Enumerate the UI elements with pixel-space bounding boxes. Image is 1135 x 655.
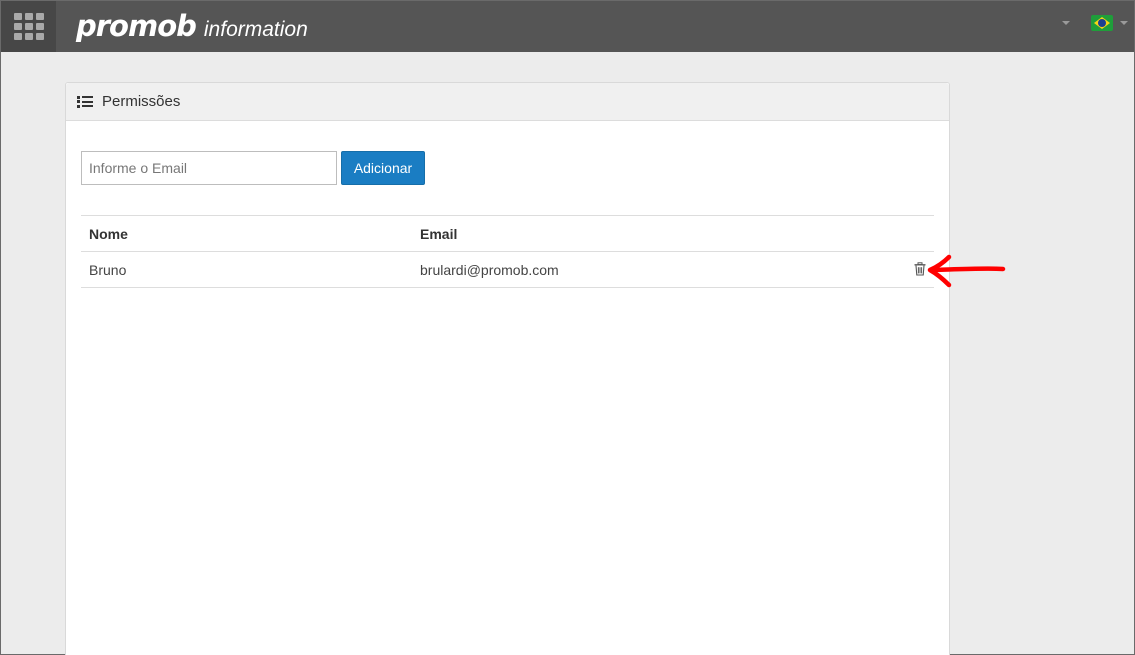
permissions-panel: Permissões Adicionar Nome Email Bruno br… bbox=[65, 82, 950, 655]
column-header-name[interactable]: Nome bbox=[89, 216, 128, 252]
brazil-flag-icon[interactable] bbox=[1091, 15, 1113, 31]
grid-icon bbox=[13, 13, 44, 40]
brand-main-text: promob bbox=[76, 9, 197, 43]
brand-sub-text: information bbox=[203, 18, 308, 41]
row-email-cell: brulardi@promob.com bbox=[420, 262, 559, 278]
language-caret-icon[interactable] bbox=[1120, 21, 1128, 25]
permissions-table: Nome Email Bruno brulardi@promob.com bbox=[81, 215, 934, 288]
column-header-email[interactable]: Email bbox=[420, 216, 457, 252]
add-button[interactable]: Adicionar bbox=[341, 151, 425, 185]
panel-title: Permissões bbox=[102, 93, 181, 110]
list-icon bbox=[77, 95, 93, 108]
email-input[interactable] bbox=[81, 151, 337, 185]
top-bar: promob information bbox=[1, 1, 1134, 52]
apps-menu-button[interactable] bbox=[1, 1, 56, 52]
row-name-cell: Bruno bbox=[89, 262, 127, 278]
brand-logo[interactable]: promob information bbox=[76, 9, 308, 45]
table-header-row: Nome Email bbox=[81, 216, 934, 252]
red-arrow-annotation-icon bbox=[927, 254, 1006, 288]
user-menu-caret-icon[interactable] bbox=[1062, 21, 1070, 25]
panel-header: Permissões bbox=[66, 83, 949, 121]
table-row: Bruno brulardi@promob.com bbox=[81, 252, 934, 288]
